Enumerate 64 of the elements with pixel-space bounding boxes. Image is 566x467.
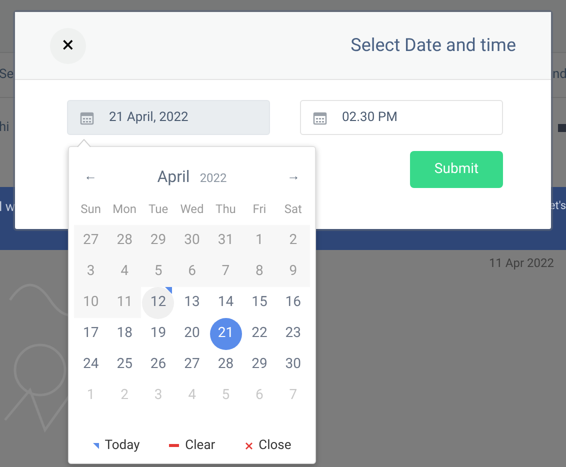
calendar-day[interactable]: 6 bbox=[176, 256, 208, 288]
date-time-field[interactable]: 02.30 PM bbox=[300, 100, 503, 135]
background-text: l w bbox=[0, 199, 16, 217]
calendar-day[interactable]: 18 bbox=[108, 318, 141, 350]
date-label: 11 Apr 2022 bbox=[488, 255, 554, 272]
close-icon bbox=[244, 442, 253, 450]
calendar-day[interactable]: 16 bbox=[277, 286, 310, 318]
calendar-day[interactable]: 27 bbox=[176, 348, 208, 380]
calendar-day[interactable]: 3 bbox=[74, 256, 107, 288]
calendar-day[interactable]: 10 bbox=[74, 286, 107, 318]
calendar-day[interactable]: 24 bbox=[74, 348, 107, 380]
calendar-day[interactable]: 28 bbox=[210, 348, 242, 380]
calendar-action-button[interactable]: Today bbox=[92, 436, 140, 456]
calendar-day[interactable]: 31 bbox=[210, 224, 242, 256]
calendar-day[interactable]: 30 bbox=[176, 224, 208, 256]
weekday-label: Fri bbox=[252, 200, 268, 218]
calendar-day[interactable]: 17 bbox=[74, 318, 107, 350]
dialog-title: Select Date and time bbox=[350, 34, 516, 58]
calendar-day[interactable]: 8 bbox=[243, 256, 276, 288]
background-icon bbox=[558, 124, 566, 132]
next-month-button[interactable]: → bbox=[286, 167, 300, 187]
month-label[interactable]: April bbox=[157, 165, 190, 189]
calendar-day[interactable]: 1 bbox=[243, 224, 276, 256]
calendar-day[interactable]: 5 bbox=[142, 256, 174, 288]
calendar-action-button[interactable]: Clear bbox=[169, 436, 216, 456]
year-label[interactable]: 2022 bbox=[200, 169, 227, 187]
weekday-label: Tue bbox=[148, 200, 170, 218]
calendar-day[interactable]: 26 bbox=[142, 348, 174, 380]
weekday-label: Sun bbox=[80, 200, 102, 218]
triangle-icon bbox=[92, 442, 99, 449]
calendar-day[interactable]: 20 bbox=[176, 318, 208, 350]
calendar-day[interactable]: 28 bbox=[108, 224, 141, 256]
calendar-day[interactable]: 2 bbox=[277, 224, 310, 256]
calendar-icon bbox=[80, 110, 94, 124]
calendar-day[interactable]: 13 bbox=[176, 286, 208, 318]
field-value: 21 April, 2022 bbox=[109, 108, 188, 127]
calendar-day[interactable]: 23 bbox=[277, 318, 310, 350]
calendar-action-button[interactable]: Close bbox=[244, 436, 292, 456]
calendar-icon bbox=[313, 110, 327, 124]
calendar-day[interactable]: 22 bbox=[243, 318, 276, 350]
weekday-label: Sat bbox=[283, 200, 303, 218]
background-text: hi bbox=[0, 119, 10, 138]
calendar-day[interactable]: 29 bbox=[142, 224, 174, 256]
weekday-label: Thu bbox=[214, 200, 237, 218]
weekday-label: Wed bbox=[179, 200, 205, 218]
calendar-day[interactable]: 4 bbox=[108, 256, 141, 288]
minus-icon bbox=[169, 444, 180, 448]
field-value: 02.30 PM bbox=[342, 108, 398, 127]
weekday-label: Mon bbox=[112, 200, 138, 218]
calendar-day[interactable]: 29 bbox=[243, 348, 276, 380]
calendar-day[interactable]: 12 bbox=[142, 286, 174, 318]
calendar-day[interactable]: 11 bbox=[108, 286, 141, 318]
calendar-day[interactable]: 7 bbox=[210, 256, 242, 288]
calendar-day[interactable]: 19 bbox=[142, 318, 174, 350]
background-text: nd bbox=[552, 66, 566, 84]
previous-month-button[interactable]: ← bbox=[84, 167, 97, 187]
calendar-day[interactable]: 15 bbox=[243, 286, 276, 318]
calendar-day[interactable]: 9 bbox=[277, 256, 310, 288]
calendar-day[interactable]: 30 bbox=[277, 348, 310, 380]
calendar-day[interactable]: 21 bbox=[210, 318, 242, 350]
calendar-day[interactable]: 25 bbox=[108, 348, 141, 380]
calendar-day[interactable]: 14 bbox=[210, 286, 242, 318]
calendar-day[interactable]: 27 bbox=[74, 224, 107, 256]
close-button[interactable]: × bbox=[50, 28, 86, 64]
